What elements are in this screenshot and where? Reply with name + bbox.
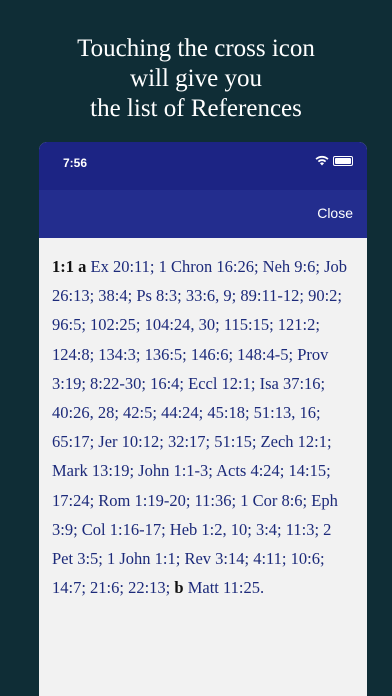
status-time: 7:56 [63, 156, 88, 170]
status-bar: 7:56 [39, 142, 367, 190]
phone-screen: 7:56 Close 1:1 a Ex 20:11; 1 Chron 16:26… [39, 142, 367, 696]
close-button[interactable]: Close [317, 205, 353, 221]
status-icons [315, 155, 353, 166]
references-list: 1:1 a Ex 20:11; 1 Chron 16:26; Neh 9:6; … [39, 238, 367, 602]
verse-number: 1:1 [52, 257, 74, 276]
reference-links-b[interactable]: Matt 11:25. [188, 578, 264, 597]
note-letter-b: b [174, 578, 184, 598]
caption-line-3: the list of References [90, 95, 302, 122]
reference-links-a[interactable]: Ex 20:11; 1 Chron 16:26; Neh 9:6; Job 26… [52, 257, 347, 597]
nav-bar: Close [39, 190, 367, 238]
wifi-icon [315, 155, 329, 166]
promo-caption: Touching the cross icon will give you th… [0, 34, 392, 124]
battery-icon [333, 155, 353, 166]
note-letter-a: a [78, 257, 87, 276]
caption-line-2: will give you [130, 65, 262, 92]
caption-line-1: Touching the cross icon [77, 35, 315, 62]
